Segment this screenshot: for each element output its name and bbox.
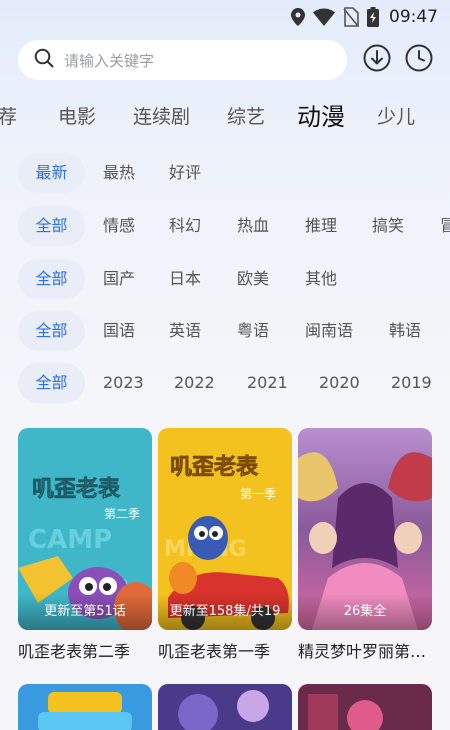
filter-row-language: 全部 国语 英语 粤语 闽南语 韩语 bbox=[0, 311, 450, 351]
episode-status-badge: 更新至第51话 bbox=[18, 594, 152, 630]
show-card[interactable] bbox=[298, 684, 432, 730]
poster-art bbox=[18, 684, 152, 730]
poster-subtitle: 第二季 bbox=[104, 507, 140, 521]
poster-logo: 叽歪老表 bbox=[170, 455, 259, 480]
chip-language-all[interactable]: 全部 bbox=[18, 311, 85, 351]
search-input[interactable]: 请输入关键字 bbox=[18, 40, 347, 80]
chip-language[interactable]: 英语 bbox=[169, 311, 201, 351]
chip-language[interactable]: 韩语 bbox=[389, 311, 421, 351]
episode-status-badge: 更新至158集/共19 bbox=[158, 594, 292, 630]
search-placeholder: 请输入关键字 bbox=[64, 51, 155, 70]
chip-region-all[interactable]: 全部 bbox=[18, 259, 85, 299]
show-poster[interactable]: 26集全 bbox=[298, 428, 432, 630]
filter-row-year: 全部 2023 2022 2021 2020 2019 bbox=[0, 363, 450, 403]
chip-year-all[interactable]: 全部 bbox=[18, 363, 85, 403]
chip-genre[interactable]: 科幻 bbox=[169, 206, 201, 246]
status-time: 09:47 bbox=[389, 7, 438, 27]
chip-sort-rating[interactable]: 好评 bbox=[169, 153, 201, 193]
chip-language[interactable]: 闽南语 bbox=[305, 311, 353, 351]
tab-recommend[interactable]: 荐 bbox=[0, 97, 17, 137]
chip-year[interactable]: 2023 bbox=[103, 363, 144, 403]
download-icon bbox=[362, 44, 392, 77]
chip-sort-newest[interactable]: 最新 bbox=[18, 153, 85, 193]
filter-row-genre: 全部 情感 科幻 热血 推理 搞笑 冒 bbox=[0, 206, 450, 246]
chip-year[interactable]: 2019 bbox=[391, 363, 432, 403]
tab-variety[interactable]: 综艺 bbox=[227, 97, 265, 137]
chip-sort-hot[interactable]: 最热 bbox=[103, 153, 135, 193]
tab-anime[interactable]: 动漫 bbox=[297, 97, 345, 137]
download-button[interactable] bbox=[362, 43, 392, 73]
battery-charging-icon bbox=[367, 7, 379, 27]
show-card[interactable] bbox=[18, 684, 152, 730]
wifi-icon bbox=[313, 8, 335, 26]
poster-subtitle: 第一季 bbox=[240, 487, 276, 501]
history-button[interactable] bbox=[404, 43, 434, 73]
svg-text:CAMP: CAMP bbox=[28, 525, 112, 555]
chip-genre-all[interactable]: 全部 bbox=[18, 206, 85, 246]
chip-genre[interactable]: 情感 bbox=[103, 206, 135, 246]
tab-series[interactable]: 连续剧 bbox=[133, 97, 190, 137]
chip-genre[interactable]: 热血 bbox=[237, 206, 269, 246]
show-title: 叽歪老表第一季 bbox=[158, 642, 271, 661]
chip-year[interactable]: 2022 bbox=[174, 363, 215, 403]
show-card[interactable] bbox=[158, 684, 292, 730]
episode-status-badge: 26集全 bbox=[298, 594, 432, 630]
show-title: 叽歪老表第二季 bbox=[18, 642, 131, 661]
chip-genre[interactable]: 冒 bbox=[440, 206, 450, 246]
category-tabs: 荐 电影 连续剧 综艺 动漫 少儿 bbox=[0, 97, 450, 137]
poster-art bbox=[158, 684, 292, 730]
chip-region[interactable]: 其他 bbox=[305, 259, 337, 299]
show-poster[interactable] bbox=[18, 684, 152, 730]
tab-movies[interactable]: 电影 bbox=[58, 97, 96, 137]
show-poster[interactable]: MPING 叽歪老表 第一季 更新至158集/共19 bbox=[158, 428, 292, 630]
show-card[interactable]: MPING 叽歪老表 第一季 更新至158集/共19 叽歪老表第一季 bbox=[158, 428, 292, 662]
chip-region[interactable]: 日本 bbox=[169, 259, 201, 299]
filter-row-region: 全部 国产 日本 欧美 其他 bbox=[0, 259, 450, 299]
show-card[interactable]: 26集全 精灵梦叶罗丽第… bbox=[298, 428, 432, 662]
chip-language[interactable]: 国语 bbox=[103, 311, 135, 351]
chip-year[interactable]: 2021 bbox=[247, 363, 288, 403]
search-icon bbox=[34, 48, 54, 72]
chip-language[interactable]: 粤语 bbox=[237, 311, 269, 351]
show-card[interactable]: CAMP Hello 叽歪老表 第二季 更新至第51话 叽歪老表第二季 bbox=[18, 428, 152, 662]
show-poster[interactable]: CAMP Hello 叽歪老表 第二季 更新至第51话 bbox=[18, 428, 152, 630]
poster-art bbox=[298, 684, 432, 730]
chip-year[interactable]: 2020 bbox=[319, 363, 360, 403]
history-clock-icon bbox=[404, 44, 434, 77]
no-sim-icon bbox=[343, 7, 359, 27]
show-title: 精灵梦叶罗丽第… bbox=[298, 642, 427, 661]
location-icon bbox=[291, 8, 305, 26]
poster-logo: 叽歪老表 bbox=[32, 477, 121, 502]
chip-region[interactable]: 国产 bbox=[103, 259, 135, 299]
filter-row-sort: 最新 最热 好评 bbox=[0, 153, 450, 193]
chip-region[interactable]: 欧美 bbox=[237, 259, 269, 299]
chip-genre[interactable]: 推理 bbox=[305, 206, 337, 246]
tab-kids[interactable]: 少儿 bbox=[377, 97, 415, 137]
show-poster[interactable] bbox=[298, 684, 432, 730]
chip-genre[interactable]: 搞笑 bbox=[372, 206, 404, 246]
status-bar: 09:47 bbox=[0, 0, 450, 34]
show-poster[interactable] bbox=[158, 684, 292, 730]
